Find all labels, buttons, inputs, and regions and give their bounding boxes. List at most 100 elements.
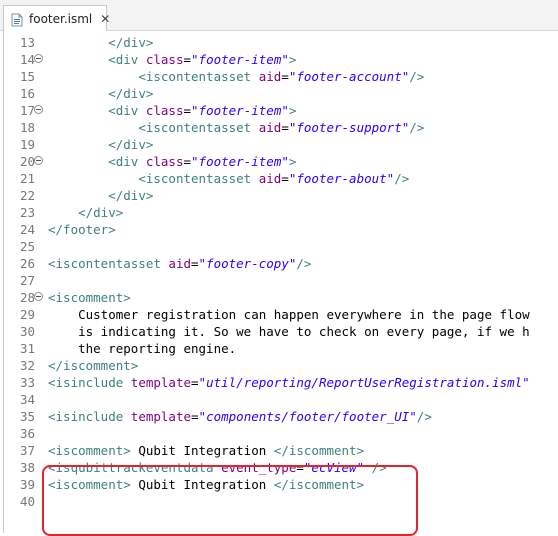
line-number: 34	[19, 392, 35, 407]
code-token: <div	[108, 103, 146, 118]
tab-footer-isml[interactable]: footer.isml ✕	[3, 5, 110, 31]
code-token: =	[183, 52, 192, 67]
file-icon	[10, 12, 24, 26]
line-number: 37	[19, 443, 35, 458]
code-token: aid	[258, 171, 282, 186]
code-line: 35 <isinclude template="components/footer…	[0, 408, 558, 425]
code-line: 13 </div>	[0, 34, 558, 51]
code-token: =	[191, 256, 199, 271]
code-text: </div>	[48, 34, 153, 51]
fold-toggle-icon[interactable]	[34, 292, 43, 301]
code-token: </div>	[108, 188, 154, 203]
code-token: <isinclude	[48, 409, 131, 424]
code-token: class	[145, 154, 184, 169]
code-text: <iscontentasset aid="footer-about"/>	[48, 170, 409, 187]
code-line: 26 <iscontentasset aid="footer-copy"/>	[0, 255, 558, 272]
line-number: 27	[19, 273, 35, 288]
code-line: 31 the reporting engine.	[0, 340, 558, 357]
fold-toggle-icon[interactable]	[34, 105, 43, 114]
line-number: 21	[19, 171, 35, 186]
line-number: 15	[19, 69, 35, 84]
code-token: class	[145, 103, 184, 118]
line-number: 38	[19, 460, 35, 475]
code-line: 27	[0, 272, 558, 289]
code-token: >	[288, 103, 297, 118]
code-token: <iscontentasset	[138, 69, 259, 84]
line-number: 22	[19, 188, 35, 203]
line-number: 31	[19, 341, 35, 356]
code-token: is indicating it. So we have to check on…	[48, 324, 530, 339]
code-editor[interactable]: 13 </div> 14 <div class="footer-item"> 15 …	[0, 31, 558, 536]
fold-toggle-icon[interactable]	[34, 156, 43, 165]
line-number: 26	[19, 256, 35, 271]
code-token: "footer-item"	[191, 103, 289, 118]
code-token: =	[183, 103, 192, 118]
code-token: "components/footer/footer_UI"	[198, 409, 417, 424]
code-token: "footer-item"	[191, 52, 289, 67]
code-line: 15 <iscontentasset aid="footer-account"/…	[0, 68, 558, 85]
fold-toggle-icon[interactable]	[34, 54, 43, 63]
line-number: 24	[19, 222, 35, 237]
code-token: =	[191, 409, 199, 424]
line-number: 20	[19, 154, 35, 169]
code-token: aid	[258, 120, 282, 135]
code-line: 37 <iscomment> Qubit Integration </iscomm…	[0, 442, 558, 459]
code-text: <isinclude template="components/footer/f…	[48, 408, 432, 425]
line-number: 16	[19, 86, 35, 101]
code-token: =	[191, 375, 199, 390]
line-number: 39	[19, 477, 35, 492]
code-token: <iscontentasset	[138, 171, 259, 186]
code-token: </iscomment>	[48, 358, 139, 373]
code-text: <iscomment>	[48, 289, 131, 306]
code-text: Customer registration can happen everywh…	[48, 306, 530, 323]
code-token: </footer>	[48, 222, 116, 237]
code-token: "footer-about"	[288, 171, 395, 186]
code-token: "footer-item"	[191, 154, 289, 169]
code-token: class	[145, 52, 184, 67]
line-number: 14	[19, 52, 35, 67]
code-token: =	[281, 171, 289, 186]
code-text: </iscomment>	[48, 357, 138, 374]
line-number: 36	[19, 426, 35, 441]
code-token: template	[130, 409, 192, 424]
code-text: </div>	[48, 204, 123, 221]
code-token: </div>	[78, 205, 124, 220]
code-text: <iscontentasset aid="footer-account"/>	[48, 68, 424, 85]
code-text: the reporting engine.	[48, 340, 236, 357]
line-number: 19	[19, 137, 35, 152]
code-token: "footer-support"	[288, 120, 410, 135]
line-number: 25	[19, 239, 35, 254]
code-line: 23 </div>	[0, 204, 558, 221]
code-token: "util/reporting/ReportUserRegistration.i…	[198, 375, 530, 390]
code-token: =	[183, 154, 192, 169]
code-line: 22 </div>	[0, 187, 558, 204]
line-number: 13	[19, 35, 35, 50]
code-line: 19 </div>	[0, 136, 558, 153]
code-token: />	[296, 256, 312, 271]
code-token: <iscontentasset	[48, 256, 169, 271]
code-token: <iscontentasset	[138, 120, 259, 135]
code-token: </div>	[108, 86, 154, 101]
code-token: />	[394, 171, 410, 186]
tab-label: footer.isml	[29, 11, 93, 26]
code-line: 21 <iscontentasset aid="footer-about"/>	[0, 170, 558, 187]
close-icon[interactable]: ✕	[100, 12, 110, 26]
code-text: <div class="footer-item">	[48, 102, 296, 119]
code-token: =	[281, 69, 289, 84]
code-line: 32 </iscomment>	[0, 357, 558, 374]
code-token: <div	[108, 52, 146, 67]
code-token: <isinclude	[48, 375, 131, 390]
code-text: <iscontentasset aid="footer-support"/>	[48, 119, 424, 136]
code-line: 29 Customer registration can happen ever…	[0, 306, 558, 323]
code-text: <isinclude template="util/reporting/Repo…	[48, 374, 530, 391]
code-token: template	[130, 375, 192, 390]
code-token: >	[288, 52, 297, 67]
code-token: <div	[108, 154, 146, 169]
